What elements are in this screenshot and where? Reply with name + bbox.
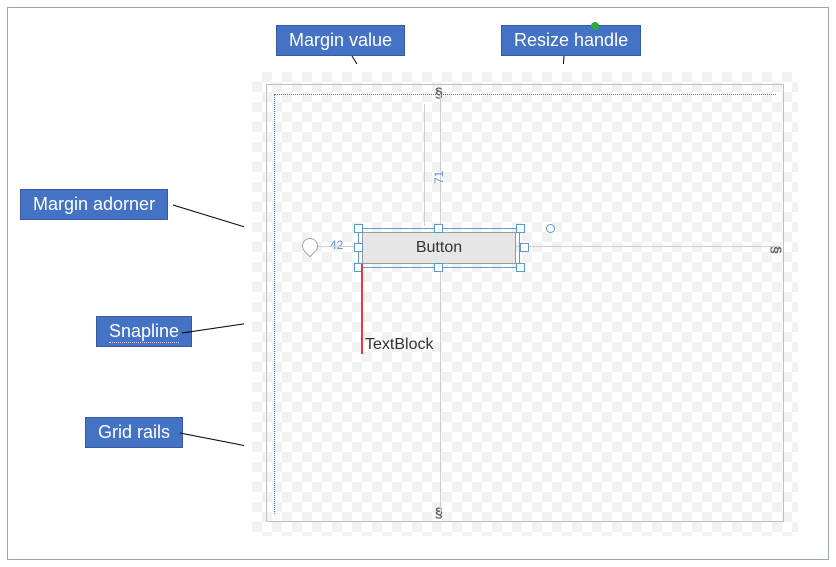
button-label: Button — [416, 239, 462, 257]
grid-rail-marker-top[interactable]: § — [435, 84, 443, 100]
button-control[interactable]: Button — [362, 232, 516, 264]
grid-rail-vertical[interactable] — [274, 94, 275, 514]
callout-margin-value: Margin value — [276, 25, 405, 56]
margin-value-left: 42 — [330, 238, 343, 252]
callout-snapline: Snapline — [96, 316, 192, 347]
margin-guide-left — [318, 246, 358, 247]
rotate-handle[interactable] — [546, 224, 555, 233]
resize-handle-ne[interactable] — [516, 224, 525, 233]
snapline-vertical — [361, 264, 363, 354]
margin-value-top: 71 — [432, 171, 446, 184]
designer-surface: § § § 71 42 Button TextBlock — [244, 64, 806, 544]
margin-guide-right — [516, 246, 780, 247]
callout-margin-adorner: Margin adorner — [20, 189, 168, 220]
resize-handle-nw[interactable] — [354, 224, 363, 233]
callout-resize-handle: Resize handle — [501, 25, 641, 56]
margin-guide-top — [424, 104, 425, 226]
resize-handle-se[interactable] — [516, 263, 525, 272]
resize-handle-e[interactable] — [520, 243, 529, 252]
resize-handle-n[interactable] — [434, 224, 443, 233]
resize-handle-s[interactable] — [434, 263, 443, 272]
callout-accent-dot — [591, 22, 599, 30]
textblock-control[interactable]: TextBlock — [365, 336, 433, 354]
page-border — [266, 84, 784, 522]
resize-handle-w[interactable] — [354, 243, 363, 252]
grid-column-divider — [440, 94, 441, 514]
grid-rail-horizontal[interactable] — [274, 94, 776, 95]
grid-rail-marker-bottom[interactable]: § — [435, 504, 443, 520]
grid-rail-marker-right[interactable]: § — [769, 246, 785, 254]
callout-grid-rails: Grid rails — [85, 417, 183, 448]
callout-snapline-label: Snapline — [109, 321, 179, 343]
